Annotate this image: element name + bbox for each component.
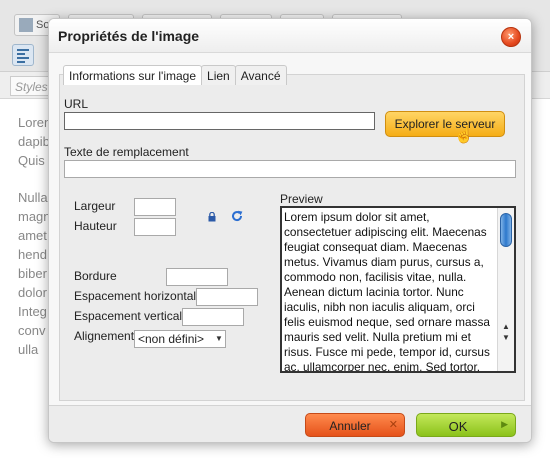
close-icon: × xyxy=(507,31,515,43)
url-input[interactable] xyxy=(64,112,375,130)
height-label: Hauteur xyxy=(74,219,117,233)
align-selected-value: <non défini> xyxy=(138,332,205,346)
close-button[interactable]: × xyxy=(501,27,521,47)
lock-ratio-icon[interactable] xyxy=(208,212,216,222)
browse-server-button[interactable]: Explorer le serveur xyxy=(385,111,505,137)
scrollbar-thumb[interactable] xyxy=(500,213,512,247)
preview-label: Preview xyxy=(280,192,323,206)
ok-button[interactable]: OK ▶ xyxy=(416,413,516,437)
scroll-down-icon[interactable]: ▼ xyxy=(502,333,510,342)
alt-text-label: Texte de remplacement xyxy=(64,145,189,159)
hspace-label: Espacement horizontal xyxy=(74,289,197,303)
image-properties-dialog: Propriétés de l'image × Informations sur… xyxy=(48,18,532,443)
vspace-label: Espacement vertical xyxy=(74,309,183,323)
reset-size-icon[interactable] xyxy=(231,210,243,222)
preview-box[interactable]: Lorem ipsum dolor sit amet, consectetuer… xyxy=(280,206,516,373)
scroll-up-icon[interactable]: ▲ xyxy=(502,322,510,331)
dialog-title[interactable]: Propriétés de l'image xyxy=(49,19,531,53)
tab-advanced[interactable]: Avancé xyxy=(234,65,287,85)
tab-bar: Informations sur l'image Lien Avancé xyxy=(63,65,287,85)
vspace-input[interactable] xyxy=(182,308,244,326)
width-input[interactable] xyxy=(134,198,176,216)
hspace-input[interactable] xyxy=(196,288,258,306)
height-input[interactable] xyxy=(134,218,176,236)
hand-cursor-icon: ☝ xyxy=(454,127,474,144)
cancel-button[interactable]: Annuler ✕ xyxy=(305,413,405,437)
tab-image-info[interactable]: Informations sur l'image xyxy=(63,65,203,85)
preview-scrollbar[interactable]: ▲ ▼ xyxy=(497,208,514,371)
align-select[interactable]: <non défini> ▼ xyxy=(134,330,226,348)
dialog-title-text: Propriétés de l'image xyxy=(58,28,200,44)
cancel-x-icon: ✕ xyxy=(388,419,398,431)
tab-link[interactable]: Lien xyxy=(201,65,236,85)
align-left-button[interactable] xyxy=(12,44,34,66)
alt-text-input[interactable] xyxy=(64,160,516,178)
border-input[interactable] xyxy=(166,268,228,286)
border-label: Bordure xyxy=(74,269,117,283)
width-label: Largeur xyxy=(74,199,116,213)
preview-text: Lorem ipsum dolor sit amet, consectetuer… xyxy=(284,210,490,373)
source-icon xyxy=(19,18,33,32)
chevron-down-icon: ▼ xyxy=(215,334,223,343)
ok-arrow-icon: ▶ xyxy=(501,419,508,429)
url-label: URL xyxy=(64,97,89,111)
align-label: Alignement xyxy=(74,329,135,343)
